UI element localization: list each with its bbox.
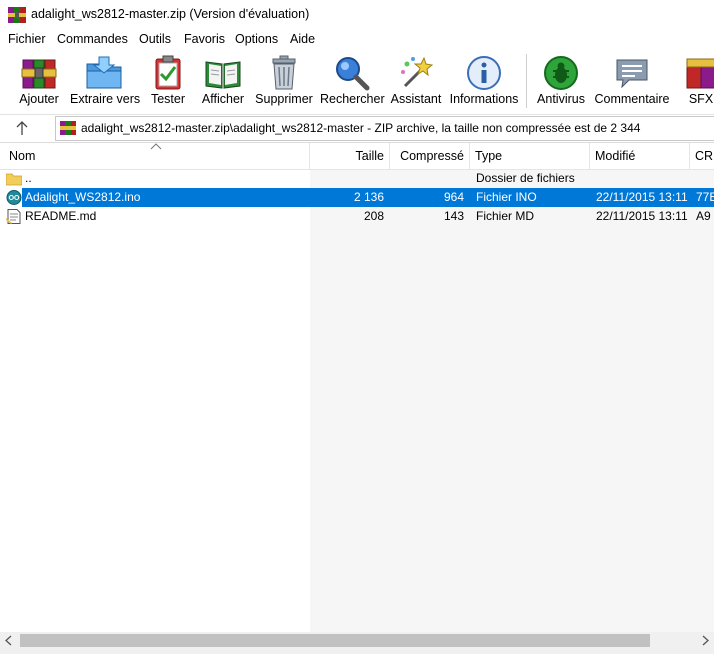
toolbar: Ajouter Extraire vers Tester Afficher Su…: [0, 50, 714, 114]
list-item-adalight-ino[interactable]: Adalight_WS2812.ino 2 136 964 Fichier IN…: [0, 188, 714, 207]
extract-to-button-label: Extraire vers: [70, 92, 141, 106]
menu-bar: Fichier Commandes Outils Favoris Options…: [0, 30, 714, 50]
comment-button[interactable]: Commentaire: [594, 50, 670, 112]
scroll-right-icon[interactable]: [700, 635, 710, 646]
column-size[interactable]: Taille: [310, 143, 390, 169]
trash-icon: [272, 55, 296, 90]
add-archive-icon: [21, 59, 57, 89]
column-crc[interactable]: CR: [690, 143, 714, 169]
menu-commandes[interactable]: Commandes: [57, 32, 128, 46]
wizard-button-label: Assistant: [390, 92, 442, 106]
add-button-label: Ajouter: [19, 92, 59, 106]
winrar-archive-icon: [60, 121, 76, 135]
file-packed: 143: [443, 209, 464, 223]
file-modified: 22/11/2015 13:11: [596, 209, 688, 223]
column-modified[interactable]: Modifié: [590, 143, 690, 169]
wizard-button[interactable]: Assistant: [390, 50, 442, 112]
winrar-app-icon: [8, 7, 26, 23]
column-packed[interactable]: Compressé: [390, 143, 470, 169]
info-button[interactable]: Informations: [448, 50, 520, 112]
text-file-icon: [6, 209, 21, 224]
path-text: adalight_ws2812-master.zip\adalight_ws28…: [81, 121, 641, 135]
file-type: Fichier INO: [476, 190, 537, 204]
test-button[interactable]: Tester: [146, 50, 190, 112]
file-list: Nom Taille Compressé Type Modifié CR .. …: [0, 142, 714, 633]
horizontal-scrollbar[interactable]: [0, 632, 714, 649]
magnifier-icon: [336, 57, 370, 91]
path-field[interactable]: adalight_ws2812-master.zip\adalight_ws28…: [55, 116, 714, 141]
info-icon: [467, 56, 501, 90]
window-title: adalight_ws2812-master.zip (Version d'év…: [31, 7, 310, 21]
file-crc: A9: [696, 209, 711, 223]
menu-favoris[interactable]: Favoris: [184, 32, 225, 46]
sfx-button[interactable]: SFX: [680, 50, 714, 112]
address-bar: adalight_ws2812-master.zip\adalight_ws28…: [0, 114, 714, 142]
file-name: Adalight_WS2812.ino: [25, 190, 141, 204]
find-button[interactable]: Rechercher: [320, 50, 385, 112]
antivirus-button[interactable]: Antivirus: [534, 50, 588, 112]
title-bar: adalight_ws2812-master.zip (Version d'év…: [0, 0, 714, 30]
sort-ascending-icon: [150, 143, 162, 150]
info-button-label: Informations: [449, 92, 519, 106]
menu-outils[interactable]: Outils: [139, 32, 171, 46]
menu-fichier[interactable]: Fichier: [8, 32, 46, 46]
menu-aide[interactable]: Aide: [290, 32, 315, 46]
file-packed: 964: [443, 190, 464, 204]
find-button-label: Rechercher: [320, 92, 385, 106]
file-modified: 22/11/2015 13:11: [596, 190, 688, 204]
extract-folder-icon: [86, 56, 122, 89]
list-item-parent-folder[interactable]: .. Dossier de fichiers: [0, 169, 714, 188]
scroll-left-icon[interactable]: [4, 635, 14, 646]
extract-to-button[interactable]: Extraire vers: [70, 50, 141, 112]
column-headers: Nom Taille Compressé Type Modifié CR: [0, 143, 714, 170]
toolbar-separator: [526, 54, 527, 108]
up-arrow-icon[interactable]: [8, 117, 36, 139]
column-type[interactable]: Type: [470, 143, 590, 169]
view-book-icon: [205, 61, 241, 89]
test-clipboard-icon: [155, 55, 181, 90]
file-name: ..: [25, 171, 32, 185]
folder-icon: [6, 173, 22, 186]
delete-button-label: Supprimer: [255, 92, 313, 106]
file-size: 208: [363, 209, 384, 223]
sfx-button-label: SFX: [688, 92, 714, 106]
file-size: 2 136: [353, 190, 384, 204]
test-button-label: Tester: [150, 92, 186, 106]
file-name: README.md: [25, 209, 97, 223]
magic-wand-icon: [401, 56, 434, 88]
arduino-file-icon: [6, 190, 22, 205]
comment-icon: [616, 59, 648, 89]
file-crc: 77E: [696, 190, 714, 204]
comment-button-label: Commentaire: [594, 92, 670, 106]
file-type: Fichier MD: [476, 209, 535, 223]
list-item-readme[interactable]: README.md 208 143 Fichier MD 22/11/2015 …: [0, 207, 714, 226]
delete-button[interactable]: Supprimer: [254, 50, 314, 112]
file-type: Dossier de fichiers: [476, 171, 575, 185]
view-button[interactable]: Afficher: [198, 50, 248, 112]
antivirus-button-label: Antivirus: [537, 92, 585, 106]
antivirus-bug-icon: [544, 56, 578, 90]
scrollbar-thumb[interactable]: [20, 634, 650, 647]
sfx-boxes-icon: [686, 58, 714, 89]
add-button[interactable]: Ajouter: [14, 50, 64, 112]
list-empty-area: [310, 170, 714, 633]
status-bar: [0, 649, 714, 654]
view-button-label: Afficher: [201, 92, 245, 106]
menu-options[interactable]: Options: [235, 32, 278, 46]
